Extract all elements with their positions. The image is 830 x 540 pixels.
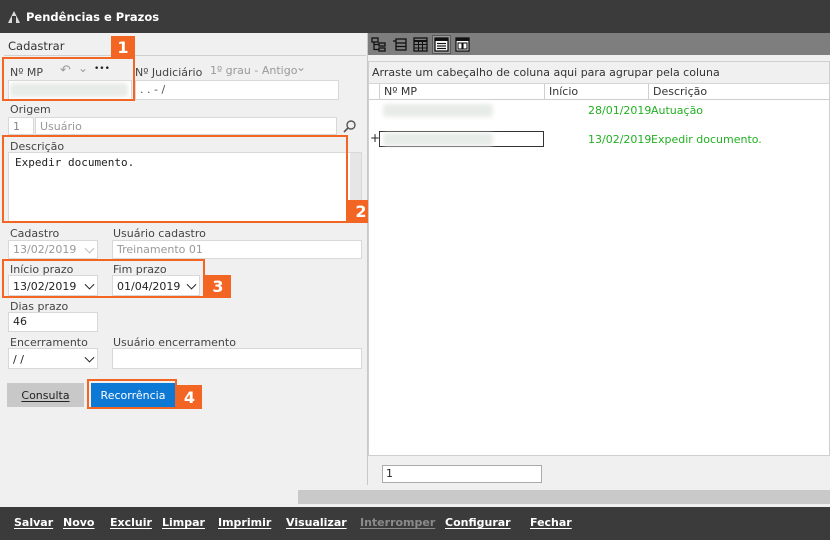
group-view-icon[interactable] — [390, 35, 409, 54]
row-inicio: 28/01/2019 — [588, 104, 652, 117]
chevron-down-icon[interactable] — [84, 243, 95, 254]
cadastro-date-field[interactable]: 13/02/2019 — [8, 240, 98, 259]
table-row[interactable]: 28/01/2019 Autuação — [369, 102, 829, 120]
judicial-label: Nº Judiciário — [135, 66, 203, 79]
column-header-inicio[interactable]: Início — [544, 84, 648, 100]
callout-badge-3: 3 — [205, 275, 231, 298]
menu-interromper: Interromper — [360, 516, 436, 529]
cadastro-date-value: 13/02/2019 — [13, 243, 77, 256]
usuario-cadastro-label: Usuário cadastro — [113, 227, 206, 240]
window-titlebar: Pendências e Prazos — [0, 0, 830, 33]
dias-prazo-field[interactable]: 46 — [8, 312, 98, 332]
menu-novo[interactable]: Novo — [63, 516, 95, 529]
row-descricao: Expedir documento. — [651, 133, 762, 146]
menu-salvar[interactable]: Salvar — [14, 516, 53, 529]
callout-badge-1: 1 — [111, 36, 135, 58]
consulta-button[interactable]: Consulta — [7, 383, 84, 407]
menu-imprimir[interactable]: Imprimir — [218, 516, 271, 529]
record-count-field[interactable]: 1 — [382, 465, 542, 483]
chevron-down-icon[interactable]: ⌄ — [296, 60, 306, 74]
menu-visualizar[interactable]: Visualizar — [286, 516, 347, 529]
search-icon[interactable] — [343, 119, 357, 133]
card-view-icon[interactable] — [453, 35, 472, 54]
grid-toolbar — [368, 33, 830, 55]
encerramento-date-field[interactable]: / / — [8, 348, 98, 369]
usuario-cadastro-field[interactable]: Treinamento 01 — [112, 240, 362, 259]
callout-box-4 — [87, 379, 177, 409]
grid-header-indicator — [369, 84, 379, 100]
table-view-icon[interactable] — [411, 35, 430, 54]
column-header-nmp[interactable]: Nº MP — [379, 84, 544, 100]
section-title: Cadastrar — [8, 39, 65, 53]
nmp-redacted — [383, 104, 493, 117]
judicial-instance-select[interactable]: 1º grau - Antigo — [210, 64, 297, 77]
callout-box-1 — [2, 57, 135, 101]
tree-view-icon[interactable] — [369, 35, 388, 54]
menu-fechar[interactable]: Fechar — [530, 516, 572, 529]
scrollbar-thumb[interactable] — [298, 490, 830, 504]
usuario-encerramento-field[interactable] — [112, 348, 362, 369]
chevron-down-icon[interactable] — [84, 352, 95, 363]
judicial-field[interactable]: . . - / — [135, 80, 339, 100]
encerramento-date-value: / / — [13, 353, 24, 366]
callout-badge-4: 4 — [177, 385, 202, 409]
menu-configurar[interactable]: Configurar — [445, 516, 511, 529]
column-header-descricao[interactable]: Descrição — [648, 84, 829, 100]
app-logo-icon — [8, 10, 20, 23]
row-descricao: Autuação — [651, 104, 704, 117]
group-by-hint[interactable]: Arraste um cabeçalho de coluna aqui para… — [369, 62, 829, 84]
section-divider — [4, 55, 366, 56]
horizontal-scrollbar[interactable] — [0, 485, 830, 507]
menu-limpar[interactable]: Limpar — [162, 516, 205, 529]
origem-field[interactable]: Usuário — [35, 117, 337, 135]
window-title: Pendências e Prazos — [26, 9, 160, 24]
data-grid: Arraste um cabeçalho de coluna aqui para… — [368, 61, 830, 456]
grid-panel: Arraste um cabeçalho de coluna aqui para… — [368, 33, 830, 485]
nmp-redacted — [383, 133, 493, 146]
menu-excluir[interactable]: Excluir — [110, 516, 152, 529]
action-menubar: Salvar Novo Excluir Limpar Imprimir Visu… — [0, 507, 830, 540]
origem-code-field[interactable]: 1 — [8, 117, 34, 135]
callout-box-2 — [2, 135, 348, 223]
origem-label: Origem — [10, 103, 51, 116]
list-view-icon[interactable] — [432, 34, 451, 54]
grid-header: Nº MP Início Descrição — [369, 84, 829, 100]
table-row[interactable]: + 13/02/2019 Expedir documento. — [369, 131, 829, 149]
cadastro-label: Cadastro — [10, 227, 60, 240]
row-inicio: 13/02/2019 — [588, 133, 652, 146]
callout-box-3 — [2, 259, 205, 298]
